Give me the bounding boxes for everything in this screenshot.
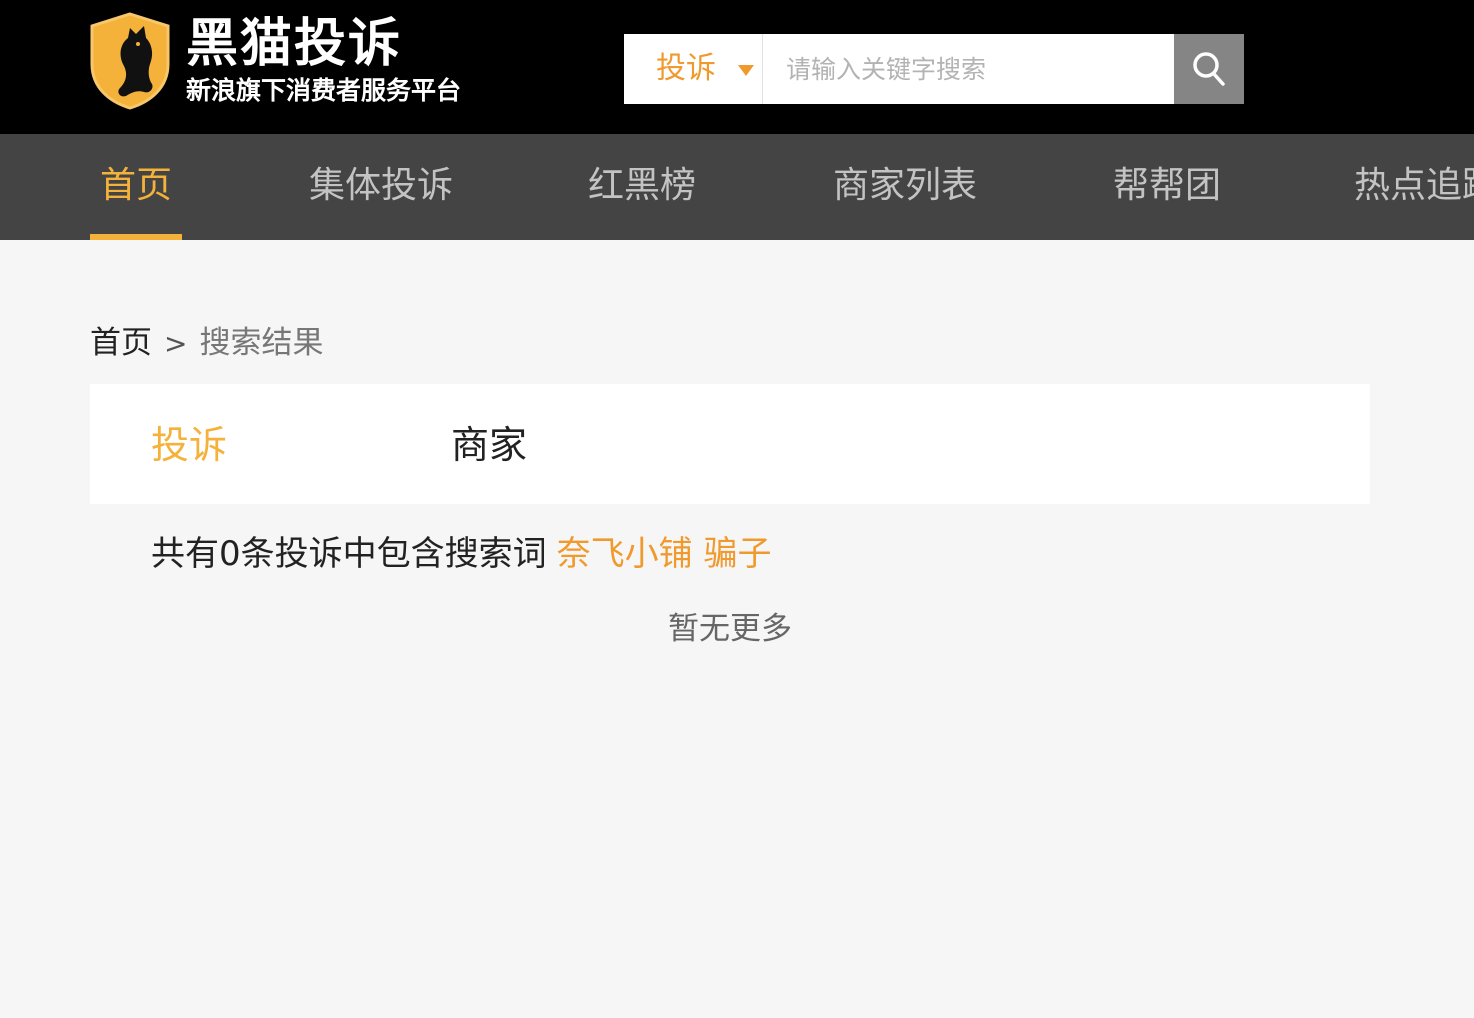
- logo-subtitle: 新浪旗下消费者服务平台: [186, 76, 462, 105]
- result-tabs: 投诉 商家: [90, 384, 1370, 504]
- result-summary: 共有0条投诉中包含搜索词 奈飞小铺 骗子: [151, 532, 771, 576]
- search-button[interactable]: [1174, 34, 1244, 104]
- result-summary-text: 共有0条投诉中包含搜索词: [151, 534, 547, 574]
- search-icon: [1193, 52, 1225, 86]
- nav-item-home[interactable]: 首页: [90, 134, 182, 240]
- main-nav: 首页 集体投诉 红黑榜 商家列表 帮帮团 热点追踪: [0, 134, 1474, 240]
- nav-item-hot-tracking[interactable]: 热点追踪: [1354, 134, 1474, 240]
- cat-shield-icon: [90, 12, 170, 110]
- tab-merchants[interactable]: 商家: [451, 422, 527, 468]
- breadcrumb-home-link[interactable]: 首页: [90, 325, 152, 361]
- search-type-label: 投诉: [656, 51, 716, 86]
- logo-title: 黑猫投诉: [186, 14, 403, 74]
- site-logo[interactable]: 黑猫投诉 新浪旗下消费者服务平台: [88, 12, 528, 112]
- nav-item-red-black-list[interactable]: 红黑榜: [586, 134, 698, 240]
- breadcrumb-separator: >: [164, 327, 188, 360]
- nav-active-indicator: [90, 234, 182, 240]
- search-input[interactable]: [764, 34, 1174, 104]
- nav-item-group-complaints[interactable]: 集体投诉: [308, 134, 454, 240]
- breadcrumb: 首页 > 搜索结果: [90, 322, 323, 364]
- search-keyword: 奈飞小铺 骗子: [556, 534, 772, 574]
- search-bar: 投诉: [624, 34, 1244, 104]
- tab-complaints[interactable]: 投诉: [151, 422, 227, 468]
- nav-item-help-group[interactable]: 帮帮团: [1111, 134, 1223, 240]
- search-type-dropdown[interactable]: 投诉: [624, 34, 763, 104]
- nav-item-merchant-list[interactable]: 商家列表: [832, 134, 978, 240]
- top-header: 黑猫投诉 新浪旗下消费者服务平台 投诉: [0, 0, 1474, 134]
- triangle-down-icon: [738, 65, 754, 76]
- breadcrumb-current: 搜索结果: [199, 325, 324, 361]
- no-more-results: 暂无更多: [668, 611, 792, 647]
